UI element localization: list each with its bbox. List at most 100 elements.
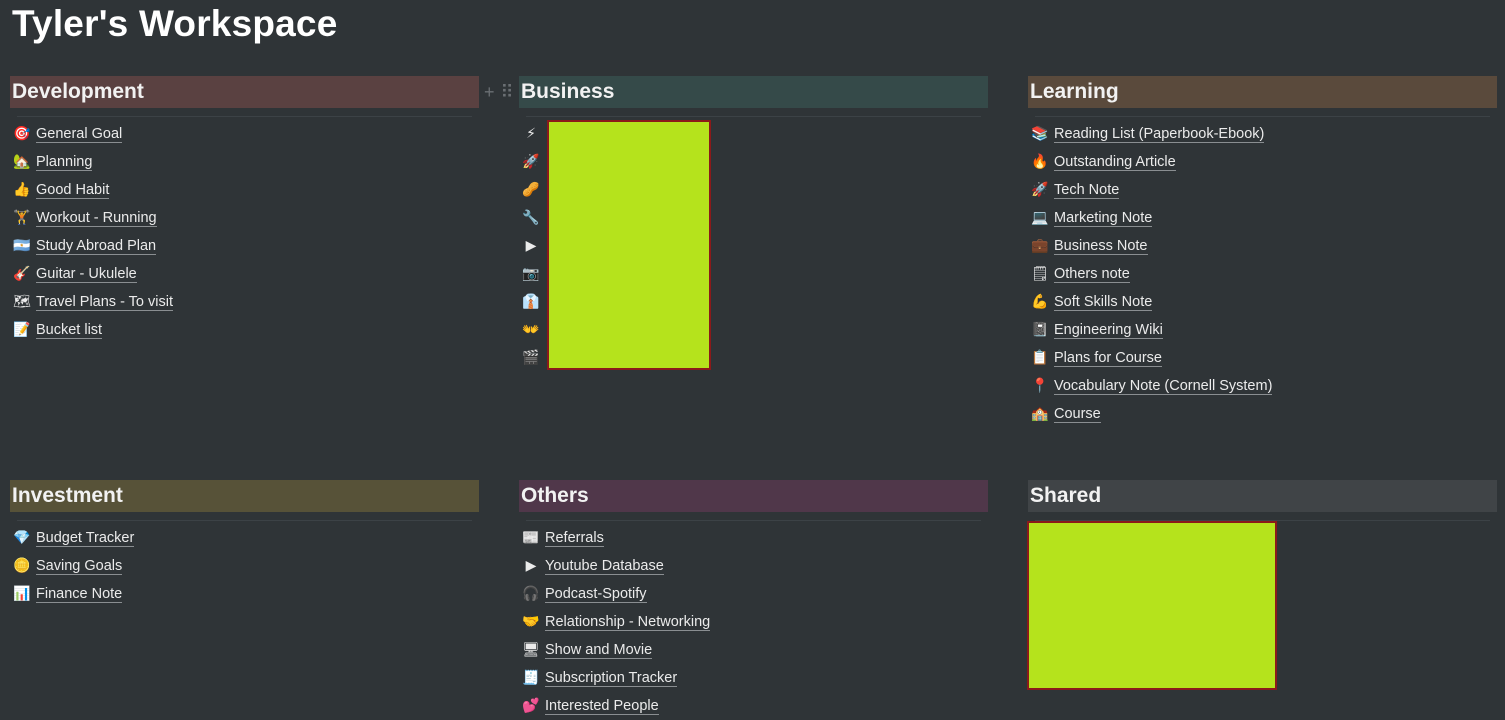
clapper-icon: 🎬 <box>522 350 540 366</box>
page-link[interactable]: 💕 Interested People <box>519 692 988 720</box>
page-link-label[interactable]: Bucket list <box>36 322 103 339</box>
page-link-label[interactable]: Relationship - Networking <box>545 614 711 631</box>
page-link[interactable]: 🏡 Planning <box>10 148 479 176</box>
fire-icon: 🔥 <box>1031 154 1049 170</box>
page-link[interactable]: 💻 Marketing Note <box>1028 204 1497 232</box>
bar-chart-icon: 📊 <box>13 586 31 602</box>
page-link[interactable]: 💎 Budget Tracker <box>10 524 479 552</box>
redacted-block-business <box>547 120 711 370</box>
monitor-icon: 🖥 <box>522 642 540 658</box>
page-link[interactable]: 🇦🇷 Study Abroad Plan <box>10 232 479 260</box>
page-link-label[interactable]: Reading List (Paperbook-Ebook) <box>1054 126 1265 143</box>
section-development: Development 🎯 General Goal 🏡 Planning 👍 Good … <box>10 76 479 344</box>
page-link[interactable]: 📚 Reading List (Paperbook-Ebook) <box>1028 120 1497 148</box>
page-link-label[interactable]: Planning <box>36 154 93 171</box>
section-header-others[interactable]: Others <box>519 480 988 520</box>
page-link-label[interactable]: Referrals <box>545 530 604 547</box>
briefcase-icon: 💼 <box>1031 238 1049 254</box>
youtube-icon: ▶ <box>525 238 537 254</box>
receipt-icon: 🧾 <box>522 670 540 686</box>
page-link[interactable]: 🧾 Subscription Tracker <box>519 664 988 692</box>
page-link[interactable]: 🏫 Course <box>1028 400 1497 428</box>
coins-icon: 🪙 <box>13 558 31 574</box>
page-link-label[interactable]: Travel Plans - To visit <box>36 294 173 311</box>
redacted-block-shared <box>1027 521 1277 690</box>
page-link[interactable]: 🪙 Saving Goals <box>10 552 479 580</box>
page-title: Tyler's Workspace <box>12 3 338 44</box>
page-link[interactable]: 📋 Plans for Course <box>1028 344 1497 372</box>
instagram-icon: 📷 <box>522 266 540 282</box>
section-shared: Shared <box>1028 480 1497 524</box>
section-header-learning[interactable]: Learning <box>1028 76 1497 116</box>
house-icon: 🏡 <box>13 154 31 170</box>
page-link[interactable]: 🎸 Guitar - Ukulele <box>10 260 479 288</box>
page-link-label[interactable]: Show and Movie <box>545 642 653 659</box>
page-link[interactable]: 🔥 Outstanding Article <box>1028 148 1497 176</box>
page-link-label[interactable]: Budget Tracker <box>36 530 135 547</box>
page-link[interactable]: 📊 Finance Note <box>10 580 479 608</box>
page-link-label[interactable]: Outstanding Article <box>1054 154 1176 171</box>
newspaper-icon: 📰 <box>522 530 540 546</box>
flexed-bicep-icon: 💪 <box>1031 294 1049 310</box>
drag-handle-icon[interactable]: ⠿ <box>501 83 514 101</box>
guitar-icon: 🎸 <box>13 266 31 282</box>
laptop-icon: 💻 <box>1031 210 1049 226</box>
section-investment: Investment 💎 Budget Tracker 🪙 Saving Goals 📊… <box>10 480 479 608</box>
page-link[interactable]: 🎯 General Goal <box>10 120 479 148</box>
page-link-label[interactable]: General Goal <box>36 126 123 143</box>
page-link-label[interactable]: Course <box>1054 406 1101 423</box>
page-link[interactable]: 🗺 Travel Plans - To visit <box>10 288 479 316</box>
page-link[interactable]: 📰 Referrals <box>519 524 988 552</box>
page-link[interactable]: 🎧 Podcast-Spotify <box>519 580 988 608</box>
learning-list: 📚 Reading List (Paperbook-Ebook) 🔥 Outstand… <box>1028 120 1497 428</box>
page-link-label[interactable]: Workout - Running <box>36 210 157 227</box>
page-link-label[interactable]: Soft Skills Note <box>1054 294 1153 311</box>
page-link[interactable]: 📍 Vocabulary Note (Cornell System) <box>1028 372 1497 400</box>
page-link[interactable]: 💪 Soft Skills Note <box>1028 288 1497 316</box>
page-link-label[interactable]: Study Abroad Plan <box>36 238 157 255</box>
gem-icon: 💎 <box>13 530 31 546</box>
hearts-icon: 💕 <box>522 698 540 714</box>
peanut-icon: 🥜 <box>522 182 540 198</box>
page-link-label[interactable]: Tech Note <box>1054 182 1120 199</box>
page-link[interactable]: 🚀 Tech Note <box>1028 176 1497 204</box>
section-header-investment[interactable]: Investment <box>10 480 479 520</box>
page-link-label[interactable]: Finance Note <box>36 586 123 603</box>
page-link[interactable]: 🏋 Workout - Running <box>10 204 479 232</box>
flag-icon: 🇦🇷 <box>13 238 31 254</box>
notepad-icon: 🗒 <box>1031 266 1049 282</box>
page-link-label[interactable]: Engineering Wiki <box>1054 322 1163 339</box>
development-list: 🎯 General Goal 🏡 Planning 👍 Good Habit 🏋 Workou… <box>10 120 479 344</box>
section-header-shared[interactable]: Shared <box>1028 480 1497 520</box>
block-controls: + ⠿ <box>484 83 514 101</box>
memo-icon: 📝 <box>13 322 31 338</box>
page-link-label[interactable]: Good Habit <box>36 182 110 199</box>
page-link[interactable]: 🗒 Others note <box>1028 260 1497 288</box>
page-link-label[interactable]: Podcast-Spotify <box>545 586 647 603</box>
add-block-icon[interactable]: + <box>484 83 495 101</box>
others-list: 📰 Referrals ▶ Youtube Database 🎧 Podcast-Spot… <box>519 524 988 720</box>
necktie-icon: 👔 <box>522 294 540 310</box>
page-link-label[interactable]: Others note <box>1054 266 1130 283</box>
page-link-label[interactable]: Guitar - Ukulele <box>36 266 137 283</box>
page-link-label[interactable]: Interested People <box>545 698 659 715</box>
page-link[interactable]: 🤝 Relationship - Networking <box>519 608 988 636</box>
page-link[interactable]: 🖥 Show and Movie <box>519 636 988 664</box>
page-link[interactable]: ▶ Youtube Database <box>519 552 988 580</box>
page-link[interactable]: 💼 Business Note <box>1028 232 1497 260</box>
map-icon: 🗺 <box>13 294 31 310</box>
handshake-icon: 🤝 <box>522 614 540 630</box>
page-link-label[interactable]: Plans for Course <box>1054 350 1162 367</box>
section-header-business[interactable]: Business <box>519 76 988 116</box>
page-link[interactable]: 📓 Engineering Wiki <box>1028 316 1497 344</box>
page-link-label[interactable]: Subscription Tracker <box>545 670 678 687</box>
weightlifter-icon: 🏋 <box>13 210 31 226</box>
page-link-label[interactable]: Saving Goals <box>36 558 123 575</box>
page-link[interactable]: 👍 Good Habit <box>10 176 479 204</box>
page-link[interactable]: 📝 Bucket list <box>10 316 479 344</box>
page-link-label[interactable]: Vocabulary Note (Cornell System) <box>1054 378 1273 395</box>
page-link-label[interactable]: Business Note <box>1054 238 1148 255</box>
page-link-label[interactable]: Youtube Database <box>545 558 664 575</box>
page-link-label[interactable]: Marketing Note <box>1054 210 1153 227</box>
section-header-development[interactable]: Development <box>10 76 479 116</box>
